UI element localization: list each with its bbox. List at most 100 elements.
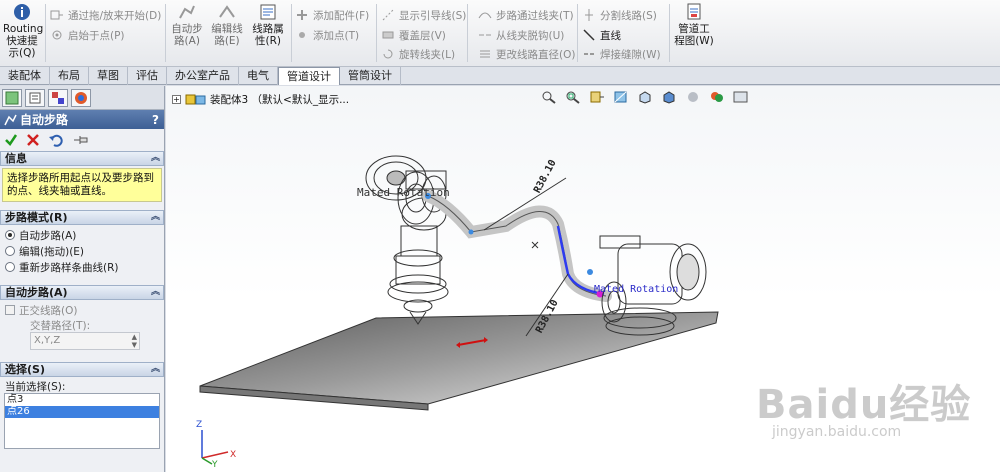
routing-quickstart-label: Routing 快速提 示(Q) — [3, 23, 44, 59]
pipe-route[interactable] — [422, 190, 612, 302]
cover-layer-icon — [382, 31, 394, 39]
radio-button[interactable] — [5, 230, 15, 240]
base-plate[interactable] — [199, 311, 719, 405]
guidelines-icon — [382, 9, 394, 21]
ribbon-separator — [577, 4, 578, 62]
command-manager-tabs: 装配体 布局 草图 评估 办公室产品 电气 管道设计 管筒设计 — [0, 67, 1000, 85]
tab-layout[interactable]: 布局 — [50, 67, 89, 85]
y-axis-line — [201, 457, 213, 465]
configuration-manager-tab[interactable] — [48, 89, 68, 107]
property-manager-header: 自动步路 ? — [0, 110, 164, 129]
tab-electrical[interactable]: 电气 — [239, 67, 278, 85]
ok-check-icon[interactable] — [4, 133, 18, 147]
drag-drop-icon — [50, 10, 63, 20]
rotate-clip-label: 旋转线夹(L) — [399, 48, 456, 61]
auto-route-button[interactable]: 自动步 路(A) — [170, 3, 204, 47]
spinner-icon[interactable]: ▲ ▼ — [132, 333, 137, 349]
alt-path-label: 交替路径(T): — [30, 320, 91, 332]
add-point-button[interactable]: 添加点(T) — [295, 26, 359, 44]
triad-z-label: Z — [196, 420, 203, 430]
undo-icon[interactable] — [48, 133, 64, 147]
fitting-icon — [297, 10, 307, 20]
pushpin-icon[interactable] — [72, 133, 90, 147]
display-manager-tab[interactable] — [71, 89, 91, 107]
tab-assembly[interactable]: 装配体 — [0, 67, 50, 85]
help-icon[interactable]: ? — [152, 113, 159, 127]
auto-route-group-title[interactable]: 自动步路(A) ︽ — [0, 285, 164, 300]
cancel-x-icon[interactable] — [26, 133, 40, 147]
change-route-diameter-label: 更改线路直径(O) — [496, 48, 576, 61]
auto-route-label: 自动步 路(A) — [171, 23, 203, 47]
routing-quickstart-button[interactable]: Routing 快速提 示(Q) — [3, 3, 44, 59]
collapse-icon[interactable]: ︽ — [151, 152, 160, 165]
change-route-diameter-button[interactable]: 更改线路直径(O) — [478, 45, 575, 63]
selection-item-point3[interactable]: 点3 — [5, 394, 159, 406]
radio-button[interactable] — [5, 246, 15, 256]
tab-piping[interactable]: 管道设计 — [278, 67, 340, 85]
ribbon-separator — [467, 4, 468, 62]
split-route-icon — [585, 9, 593, 21]
line-label: 直线 — [600, 29, 621, 42]
weld-gap-button[interactable]: 焊接缝隙(W) — [582, 45, 661, 63]
selection-list[interactable]: 点3 点26 — [4, 393, 160, 449]
watermark-url: jingyan.baidu.com — [772, 424, 902, 440]
radio-auto-route[interactable]: 自动步路(A) — [0, 227, 164, 243]
tab-office-products[interactable]: 办公室产品 — [167, 67, 239, 85]
radio-edit-drag[interactable]: 编辑(拖动)(E) — [0, 243, 164, 259]
split-route-button[interactable]: 分割线路(S) — [582, 6, 657, 24]
drag-drop-start-label: 通过拖/放来开始(D) — [68, 9, 162, 22]
ribbon-separator — [669, 4, 670, 62]
orthogonal-route-checkbox[interactable]: 正交线路(O) — [0, 302, 164, 318]
auto-route-icon — [4, 114, 17, 125]
collapse-icon[interactable]: ︽ — [151, 211, 160, 224]
start-point-icon — [52, 30, 62, 40]
add-fitting-button[interactable]: 添加配件(F) — [295, 6, 369, 24]
cover-layer-button[interactable]: 覆盖层(V) — [381, 26, 446, 44]
show-guidelines-button[interactable]: 显示引导线(S) — [381, 6, 466, 24]
triad-y-label: Y — [212, 460, 218, 470]
drag-drop-start-button[interactable]: 通过拖/放来开始(D) — [50, 6, 161, 24]
radio-button[interactable] — [5, 262, 15, 272]
route-properties-label: 线路属 性(R) — [252, 23, 284, 47]
configuration-icon — [52, 92, 64, 104]
route-point[interactable] — [468, 229, 474, 235]
detach-from-clip-button[interactable]: 从线夹脱钩(U) — [478, 26, 564, 44]
detach-clip-icon — [479, 34, 491, 36]
command-manager-ribbon: Routing 快速提 示(Q) 通过拖/放来开始(D) 启始于点(P) 自动步… — [0, 0, 1000, 67]
rotate-clip-button[interactable]: 旋转线夹(L) — [381, 45, 455, 63]
route-through-clip-button[interactable]: 步路通过线夹(T) — [478, 6, 574, 24]
route-properties-icon — [260, 4, 276, 20]
tab-evaluate[interactable]: 评估 — [128, 67, 167, 85]
piping-drawing-button[interactable]: 管道工 程图(W) — [673, 3, 715, 47]
property-manager-title: 自动步路 — [20, 113, 69, 127]
info-group-title[interactable]: 信息 ︽ — [0, 151, 164, 166]
line-button[interactable]: 直线 — [582, 26, 621, 44]
checkbox[interactable] — [5, 305, 15, 315]
property-manager-actions — [0, 129, 164, 151]
route-mode-group-title[interactable]: 步路模式(R) ︽ — [0, 210, 164, 225]
ribbon-separator — [291, 4, 292, 62]
info-message: 选择步路所用起点以及要步路到的点、线夹轴或直线。 — [2, 168, 162, 202]
collapse-icon[interactable]: ︽ — [151, 363, 160, 376]
route-point[interactable] — [587, 269, 593, 275]
property-manager-tab[interactable] — [25, 89, 45, 107]
feature-tree-icon — [5, 91, 19, 105]
radio-reroute-spline[interactable]: 重新步路样条曲线(R) — [0, 259, 164, 275]
current-selection-label: 当前选择(S): — [5, 381, 66, 393]
x-axis-line — [201, 451, 229, 459]
route-properties-button[interactable]: 线路属 性(R) — [249, 3, 287, 47]
collapse-icon[interactable]: ︽ — [151, 286, 160, 299]
selections-group-title[interactable]: 选择(S) ︽ — [0, 362, 164, 377]
tab-tubing[interactable]: 管筒设计 — [340, 67, 401, 85]
graphics-area[interactable]: + 装配体3 （默认<默认_显示... Mated Rotation Mated… — [166, 86, 1000, 472]
feature-manager-tab[interactable] — [2, 89, 22, 107]
line-icon — [583, 29, 595, 41]
weld-gap-icon — [584, 53, 594, 55]
edit-route-button[interactable]: 编辑线 路(E) — [209, 3, 245, 47]
selection-item-point26[interactable]: 点26 — [5, 406, 159, 418]
start-at-point-button[interactable]: 启始于点(P) — [50, 26, 125, 44]
left-component[interactable] — [365, 155, 449, 325]
tab-sketch[interactable]: 草图 — [89, 67, 128, 85]
alt-path-field[interactable]: X,Y,Z ▲ ▼ — [30, 332, 140, 350]
add-point-label: 添加点(T) — [313, 29, 360, 42]
